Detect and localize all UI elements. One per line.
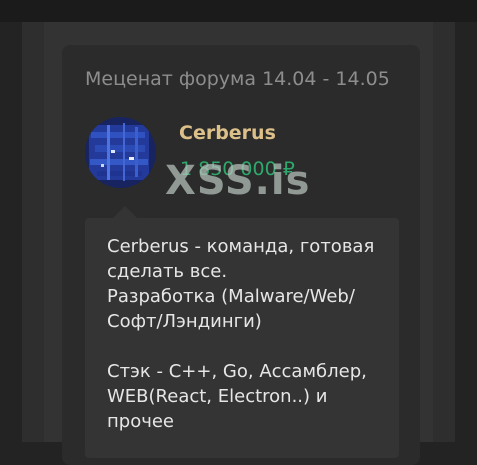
top-bar [0, 0, 477, 22]
sponsor-name[interactable]: Cerberus [179, 122, 276, 144]
site-watermark: XSS.is [165, 158, 311, 204]
bubble-arrow [113, 206, 137, 218]
sponsor-avatar[interactable] [85, 117, 156, 188]
card-title: Меценат форума 14.04 - 14.05 [85, 68, 390, 90]
sponsor-description: Cerberus - команда, готовая сделать все.… [107, 236, 375, 432]
avatar-image [85, 117, 156, 188]
